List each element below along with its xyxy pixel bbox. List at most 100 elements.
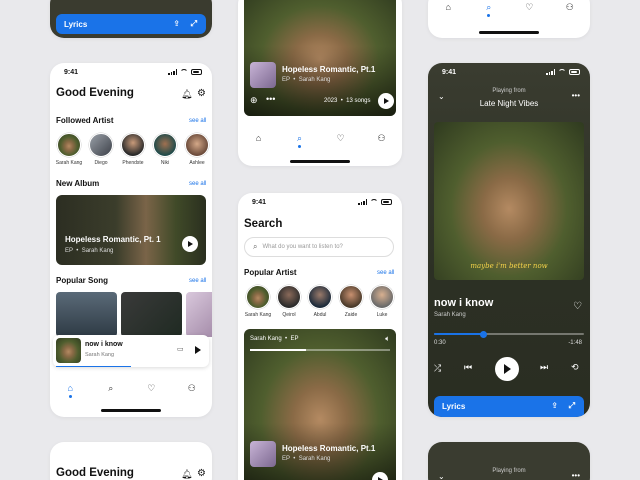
song-thumb[interactable] (186, 292, 212, 337)
signal-icon (168, 69, 177, 75)
player-artist: Sarah Kang (434, 312, 466, 318)
nav-heart-icon[interactable]: ♡ (146, 383, 156, 393)
featured-card-meta: Sarah Kang • EP (250, 336, 299, 342)
more-icon[interactable]: ••• (266, 94, 275, 104)
album-card[interactable]: Hopeless Romantic, Pt. 1 EP • Sarah Kang (56, 195, 206, 265)
artist-avatar-phendste[interactable] (121, 133, 145, 157)
artist-avatar-luke[interactable] (370, 285, 394, 309)
status-bar: 9:41 (238, 199, 402, 209)
phone-album-detail: Hopeless Romantic, Pt.1 EP • Sarah Kang … (238, 0, 402, 166)
gear-icon[interactable]: ⚙ (197, 88, 206, 99)
battery-icon (191, 69, 202, 75)
page-title: Good Evening (56, 87, 134, 99)
seek-knob[interactable] (480, 330, 487, 338)
artist-label: Luke (376, 312, 388, 318)
add-icon[interactable]: ⊕ (250, 95, 258, 106)
play-icon (384, 98, 389, 104)
heart-icon[interactable]: ♡ (573, 301, 582, 312)
home-indicator (101, 409, 161, 412)
active-dot (68, 395, 72, 398)
song-thumb[interactable] (56, 292, 117, 337)
wifi-icon (370, 199, 378, 205)
nav-heart-icon[interactable]: ♡ (336, 133, 346, 143)
bell-icon[interactable]: 🔔︎ (181, 469, 192, 480)
album-artist: Sarah Kang (81, 248, 114, 254)
search-placeholder: What do you want to listen to? (262, 244, 343, 250)
artist-avatar-qeirol[interactable] (277, 285, 301, 309)
popular-song-see-all[interactable]: see all (189, 278, 206, 284)
nav-home-icon[interactable]: ⌂ (65, 383, 75, 398)
featured-artist: Sarah Kang (250, 336, 282, 342)
album-detail-play-button[interactable] (378, 93, 394, 109)
active-dot (298, 145, 301, 148)
new-album-see-all[interactable]: see all (189, 181, 206, 187)
nav-profile-icon[interactable]: ⚇ (187, 383, 197, 393)
bottom-nav: ⌂ ⌕ ♡ ⚇ (238, 123, 402, 153)
artist-avatar-sarah-kang[interactable] (246, 285, 270, 309)
nav-heart-icon[interactable]: ♡ (524, 2, 534, 12)
nav-profile-icon[interactable]: ⚇ (377, 133, 387, 143)
album-detail-sub: EP • Sarah Kang (282, 77, 331, 83)
previous-icon[interactable]: ⏮︎ (464, 362, 472, 373)
search-input[interactable]: ⌕ What do you want to listen to? (244, 237, 394, 257)
nav-search-icon[interactable]: ⌕ (295, 133, 305, 148)
devices-icon[interactable]: ▭ (177, 345, 184, 353)
album-detail-artist: Sarah Kang (298, 77, 331, 83)
seek-bar[interactable] (434, 330, 584, 338)
share-icon[interactable]: ⇪ (551, 401, 558, 410)
lyrics-bar[interactable]: Lyrics ⇪ ⤢ (434, 396, 584, 417)
search-icon: ⌕ (253, 242, 258, 251)
more-icon[interactable]: ••• (572, 91, 580, 100)
artist-avatar-sarah-kang[interactable] (57, 133, 81, 157)
bell-icon[interactable]: 🔔︎ (181, 89, 192, 100)
featured-card[interactable]: Sarah Kang • EP 🔈︎ Hopeless Romantic, Pt… (244, 329, 396, 480)
elapsed-time: 0:30 (434, 340, 446, 346)
seek-fill (434, 333, 484, 335)
album-detail-year: 2023 (324, 98, 338, 104)
status-time: 9:41 (64, 69, 79, 76)
status-icons (168, 69, 202, 75)
home-indicator (290, 160, 350, 163)
followed-artist-title: Followed Artist (56, 116, 114, 125)
expand-icon[interactable]: ⤢ (569, 401, 575, 411)
shuffle-icon[interactable]: ⤮ (434, 363, 441, 374)
album-detail-title: Hopeless Romantic, Pt.1 (282, 65, 376, 74)
nav-search-icon[interactable]: ⌕ (106, 383, 116, 393)
lyrics-label: Lyrics (442, 402, 466, 411)
nav-profile-icon[interactable]: ⚇ (565, 2, 575, 12)
status-icons (546, 69, 580, 75)
mini-player-cover (56, 338, 81, 363)
gear-icon[interactable]: ⚙ (197, 468, 206, 479)
nav-search-icon[interactable]: ⌕ (484, 2, 494, 17)
artist-label: Niki (160, 160, 170, 166)
status-time: 9:41 (442, 69, 457, 76)
share-icon[interactable]: ⇪ (173, 19, 180, 28)
player-cover-art: maybe i'm better now (434, 122, 584, 280)
popular-song-title: Popular Song (56, 276, 108, 285)
volume-icon[interactable]: 🔈︎ (385, 334, 390, 344)
album-play-button[interactable] (182, 236, 198, 252)
home-indicator (479, 31, 539, 34)
next-icon[interactable]: ⏭︎ (540, 362, 548, 373)
nav-home-icon[interactable]: ⌂ (254, 133, 264, 143)
artist-avatar-niki[interactable] (153, 133, 177, 157)
song-thumb[interactable] (121, 292, 182, 337)
phone-home: 9:41 Good Evening 🔔︎ ⚙ Followed Artist s… (50, 63, 212, 417)
mini-play-icon[interactable] (195, 346, 201, 354)
more-icon[interactable]: ••• (572, 471, 580, 480)
repeat-icon[interactable]: ⟲ (571, 362, 579, 373)
artist-avatar-ashlee[interactable] (185, 133, 209, 157)
artist-avatar-zaide[interactable] (339, 285, 363, 309)
followed-see-all[interactable]: see all (189, 118, 206, 124)
artist-avatar-abdul[interactable] (308, 285, 332, 309)
phone-bottom-right-partial: ⌄ Playing from ••• (428, 442, 590, 480)
mini-player[interactable]: now i know Sarah Kang ▭ (53, 335, 209, 367)
player-play-button[interactable] (495, 357, 519, 381)
popular-artist-see-all[interactable]: see all (377, 270, 394, 276)
signal-icon (358, 199, 367, 205)
artist-avatar-diego[interactable] (89, 133, 113, 157)
lyrics-bar[interactable]: Lyrics ⇪ ⤢ (56, 14, 206, 34)
expand-icon[interactable]: ⤢ (191, 19, 197, 29)
nav-home-icon[interactable]: ⌂ (443, 2, 453, 12)
artist-label: Diego (94, 160, 108, 166)
